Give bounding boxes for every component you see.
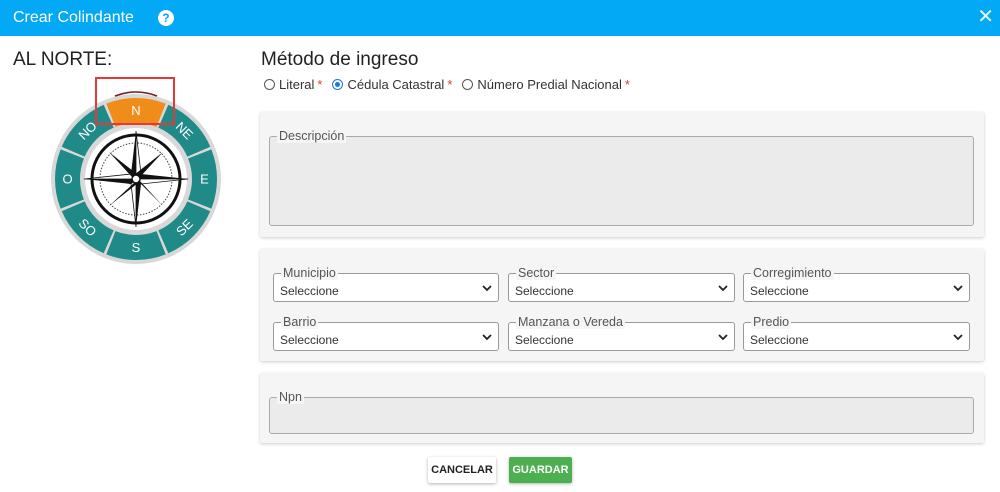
compass-selector: N NE E SE S SO O NO — [49, 74, 223, 264]
method-radio-group: Literal * Cédula Catastral * Número Pred… — [264, 77, 640, 92]
municipio-select[interactable]: Municipio Seleccione — [273, 266, 499, 302]
compass-svg: NNEESESSOONO — [51, 77, 221, 264]
compass-label-o[interactable]: O — [62, 172, 72, 187]
chevron-down-icon — [953, 285, 963, 292]
corregimiento-select[interactable]: Corregimiento Seleccione — [743, 266, 970, 302]
compass-heading: AL NORTE: — [13, 49, 113, 70]
dialog-title: Crear Colindante — [13, 9, 134, 26]
radio-literal-circle[interactable] — [264, 79, 275, 90]
chevron-down-icon — [482, 334, 492, 341]
npn-panel: Npn — [260, 373, 984, 443]
manzana-label: Manzana o Vereda — [516, 315, 625, 329]
radio-npn-label: Número Predial Nacional — [477, 77, 622, 92]
compass-label-e[interactable]: E — [200, 172, 209, 187]
sector-select[interactable]: Sector Seleccione — [508, 266, 735, 302]
barrio-label: Barrio — [281, 315, 319, 329]
sector-value: Seleccione — [515, 284, 574, 298]
barrio-value: Seleccione — [280, 333, 339, 347]
barrio-select[interactable]: Barrio Seleccione — [273, 315, 499, 351]
cancel-button[interactable]: CANCELAR — [428, 457, 496, 483]
close-icon[interactable]: ✕ — [977, 5, 994, 29]
chevron-down-icon — [953, 334, 963, 341]
predio-value: Seleccione — [750, 333, 809, 347]
predio-select[interactable]: Predio Seleccione — [743, 315, 970, 351]
method-title: Método de ingreso — [261, 49, 419, 70]
radio-literal[interactable]: Literal * — [264, 77, 322, 92]
radio-cedula-catastral[interactable]: Cédula Catastral * — [332, 77, 452, 92]
description-panel: Descripción — [260, 112, 984, 237]
save-button[interactable]: GUARDAR — [509, 457, 572, 483]
radio-numero-predial[interactable]: Número Predial Nacional * — [462, 77, 630, 92]
chevron-down-icon — [718, 285, 728, 292]
chevron-down-icon — [718, 334, 728, 341]
dialog-titlebar: Crear Colindante ? ✕ — [0, 0, 1000, 36]
municipio-value: Seleccione — [280, 284, 339, 298]
radio-literal-label: Literal — [279, 77, 315, 92]
radio-cedula-label: Cédula Catastral — [347, 77, 445, 92]
required-mark: * — [624, 77, 630, 92]
corregimiento-label: Corregimiento — [751, 266, 834, 280]
manzana-value: Seleccione — [515, 333, 574, 347]
sector-label: Sector — [516, 266, 557, 280]
radio-npn-circle[interactable] — [462, 79, 474, 90]
radio-cedula-circle[interactable] — [332, 79, 344, 90]
compass-label-s[interactable]: S — [132, 240, 141, 255]
location-panel: Municipio Seleccione Sector Seleccione C… — [260, 249, 984, 361]
chevron-down-icon — [482, 285, 492, 292]
description-field[interactable]: Descripción — [269, 129, 974, 226]
municipio-label: Municipio — [281, 266, 338, 280]
help-icon[interactable]: ? — [157, 10, 174, 26]
required-mark: * — [317, 77, 323, 92]
required-mark: * — [447, 77, 453, 92]
manzana-select[interactable]: Manzana o Vereda Seleccione — [508, 315, 735, 351]
npn-field[interactable]: Npn — [269, 390, 974, 434]
compass-label-n[interactable]: N — [131, 103, 140, 118]
npn-label: Npn — [277, 390, 304, 404]
description-label: Descripción — [277, 129, 347, 143]
predio-label: Predio — [751, 315, 792, 329]
corregimiento-value: Seleccione — [750, 284, 809, 298]
